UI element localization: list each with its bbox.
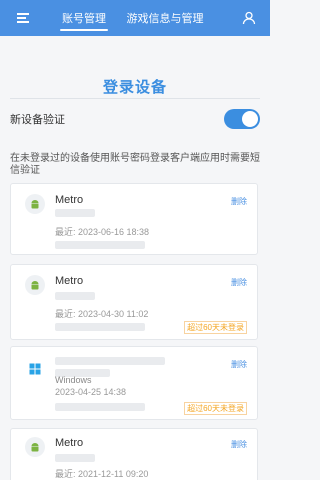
android-icon (25, 437, 45, 457)
tab-account-management[interactable]: 账号管理 (60, 0, 108, 36)
windows-icon (25, 359, 45, 379)
tab-game-info-management[interactable]: 游戏信息与管理 (124, 0, 206, 36)
last-login-time: 最近: 2023-04-30 11:02 (55, 309, 149, 319)
android-icon (25, 275, 45, 295)
android-icon (25, 194, 45, 214)
new-device-verification-toggle[interactable] (224, 109, 260, 129)
device-name: Windows (55, 375, 92, 385)
blurred-location (55, 403, 145, 411)
last-login-time: 最近: 2021-12-11 09:20 (55, 469, 149, 479)
delete-device-button[interactable]: 删除 (231, 277, 247, 288)
blurred-detail (55, 292, 95, 300)
toggle-knob (242, 111, 258, 127)
delete-device-button[interactable]: 删除 (231, 196, 247, 207)
device-name: Metro (55, 437, 84, 449)
new-device-verification-row: 新设备验证 (10, 108, 260, 130)
blurred-detail (55, 209, 95, 217)
page-title: 登录设备 (102, 79, 167, 96)
device-card: Metro 最近: 2021-12-11 09:20 删除 (10, 428, 258, 480)
new-device-verification-label: 新设备验证 (10, 114, 65, 126)
delete-device-button[interactable]: 删除 (231, 359, 247, 370)
device-card: Metro 最近: 2023-06-16 18:38 删除 (10, 183, 258, 255)
verification-description: 在未登录过的设备使用账号密码登录客户端应用时需要短信验证 (10, 153, 260, 176)
blurred-detail (55, 454, 95, 462)
device-name: Metro (55, 194, 84, 206)
title-divider (10, 98, 260, 99)
last-login-time: 2023-04-25 14:38 (55, 387, 127, 397)
device-card: Metro 最近: 2023-04-30 11:02 删除 超过60天未登录 (10, 264, 258, 340)
blurred-location (55, 241, 145, 249)
device-name: Metro (55, 275, 84, 287)
menu-icon[interactable] (10, 0, 36, 36)
last-login-time: 最近: 2023-06-16 18:38 (55, 227, 150, 237)
blurred-device-title (55, 357, 165, 365)
delete-device-button[interactable]: 删除 (231, 439, 247, 450)
top-nav-bar: 账号管理 游戏信息与管理 (0, 0, 270, 36)
device-card: Windows 2023-04-25 14:38 删除 超过60天未登录 (10, 346, 258, 420)
blurred-location (55, 323, 145, 331)
user-icon[interactable] (242, 11, 256, 25)
inactive-badge: 超过60天未登录 (184, 321, 247, 334)
inactive-badge: 超过60天未登录 (184, 402, 247, 415)
